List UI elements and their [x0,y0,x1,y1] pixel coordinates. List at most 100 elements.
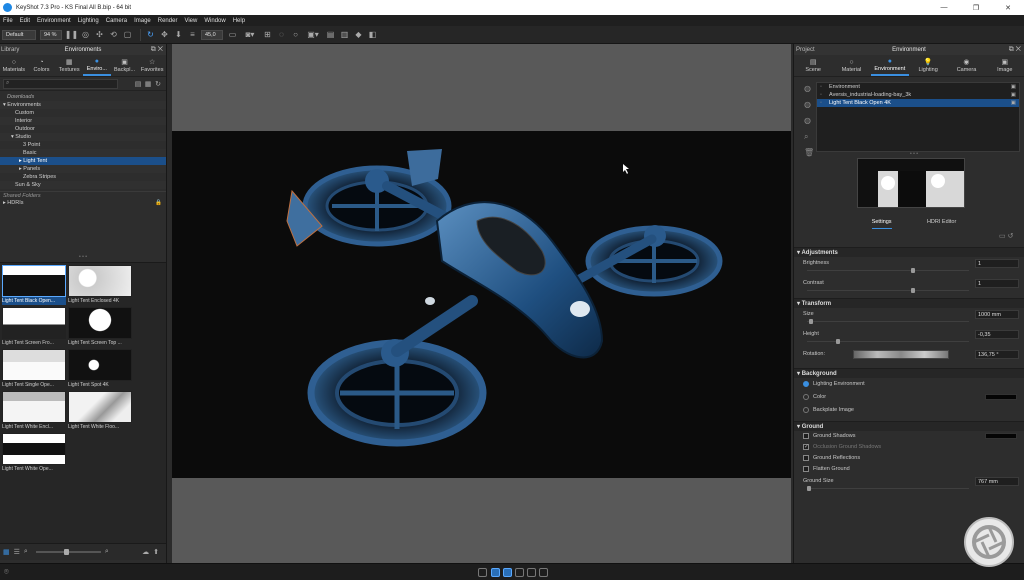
search-icon[interactable]: ⌕ [804,132,814,148]
background-section-header[interactable]: ▾ Background [794,368,1024,378]
contrast-slider[interactable] [807,288,969,293]
tab-image[interactable]: ▣ Image [986,55,1024,76]
grid-icon[interactable]: ⊞ [262,29,273,40]
slider-knob[interactable] [63,549,69,555]
upload-icon[interactable]: ⬆ [153,548,159,556]
animation-icon[interactable]: ▥ [339,29,350,40]
height-slider[interactable] [807,339,969,344]
occlusion-ground-shadows-checkbox[interactable]: Occlusion Ground Shadows [794,442,1024,453]
import-icon[interactable]: ▦ [143,80,153,88]
tab-environments[interactable]: ● Enviro... [83,55,111,76]
environment-thumbnail[interactable]: Light Tent White Ope... [2,433,66,475]
height-input[interactable]: -0,35 [975,330,1019,339]
tree-item-hdris[interactable]: ▸ HDRIs 🔒 [0,199,166,207]
ground-reflections-checkbox[interactable]: Ground Reflections [794,453,1024,464]
size-input[interactable]: 1000 mm [975,310,1019,319]
slider-knob[interactable] [836,339,840,344]
zoom-field[interactable]: 94 % [40,29,62,40]
reset-icon[interactable]: ↺ [1008,233,1014,240]
tab-settings[interactable]: Settings [871,219,892,229]
contrast-input[interactable]: 1 [975,279,1019,288]
camera-dropdown-icon[interactable]: ◙▾ [241,29,259,40]
tab-environment[interactable]: ● Environment [870,55,909,76]
shadow-color-swatch[interactable] [985,433,1017,439]
library-search-input[interactable]: ⌕ [3,78,118,89]
checkbox-checked[interactable] [803,443,809,450]
slider-knob[interactable] [911,288,915,293]
ground-section-header[interactable]: ▾ Ground [794,421,1024,431]
delete-icon[interactable]: 🗑 [804,148,814,164]
size-slider[interactable] [807,319,969,324]
list-item[interactable]: ◦ Aversis_industrial-loading-bay_3k ▣ [817,91,1019,99]
tab-backplates[interactable]: ▣ Backpl... [111,55,139,76]
tree-item-panels[interactable]: ▸ Panels [0,165,166,173]
thumbnail-size-slider[interactable] [35,549,101,555]
list-item[interactable]: ◦ Environment ▣ [817,83,1019,91]
tree-item-light-tent[interactable]: ▸ Light Tent [0,157,166,165]
zoom-in-icon[interactable]: ⌕ [105,548,109,556]
tab-hdri-editor[interactable]: HDRI Editor [927,219,956,229]
rotation-dial[interactable] [853,350,949,359]
background-color[interactable]: Color [794,391,1024,404]
visibility-icon[interactable]: ◦ [820,83,822,91]
tab-textures[interactable]: ▦ Textures [55,55,83,76]
background-lighting-environment[interactable]: Lighting Environment [794,378,1024,391]
visibility-icon[interactable]: ◦ [820,91,822,99]
panel-splitter[interactable]: • • • [0,254,166,260]
environment-thumbnail[interactable]: Light Tent White Encl... [2,391,66,433]
list-view-icon[interactable]: ☰ [14,548,20,556]
environment-thumbnail[interactable]: Light Tent White Floo... [68,391,132,433]
menu-lighting[interactable]: Lighting [78,18,99,24]
tab-lighting[interactable]: 💡 Lighting [909,55,947,76]
move-icon[interactable]: ✥ [159,29,170,40]
duplicate-icon[interactable]: ◍ [804,100,814,116]
rotation-input[interactable]: 136,75 ° [975,350,1019,359]
menu-file[interactable]: File [3,18,13,24]
panel-close-icon[interactable]: ⧉ ✕ [151,46,166,54]
tab-material[interactable]: ○ Material [832,55,870,76]
menu-help[interactable]: Help [233,18,245,24]
panel-close-icon[interactable]: ⧉ ✕ [1009,46,1024,54]
background-backplate-image[interactable]: Backplate Image [794,404,1024,417]
folder-add-icon[interactable]: ▤ [133,80,143,88]
checkbox[interactable] [803,433,809,439]
ground-size-input[interactable]: 767 mm [975,477,1019,486]
environment-thumbnail[interactable]: Light Tent Single Ope... [2,349,66,391]
tree-item-studio[interactable]: ▾ Studio [0,133,166,141]
download-icon[interactable]: ⬇ [173,29,184,40]
screenshot-dropdown-icon[interactable]: ▣▾ [304,29,322,40]
tree-item-outdoor[interactable]: Outdoor [0,125,166,133]
environment-thumbnail[interactable]: Light Tent Screen Top ... [68,307,132,349]
tree-item-basic[interactable]: Basic [0,149,166,157]
brightness-input[interactable]: 1 [975,259,1019,268]
hdri-preview[interactable] [857,158,965,208]
tree-item-sun-sky[interactable]: Sun & Sky [0,181,166,189]
minimize-button[interactable]: — [928,4,960,12]
brightness-slider[interactable] [807,268,969,273]
menu-image[interactable]: Image [134,18,151,24]
radio[interactable] [803,407,809,413]
checkbox[interactable] [803,455,809,461]
keyshotvr-icon[interactable]: ◆ [353,29,364,40]
tab-colors[interactable]: ◔ Colors [28,55,56,76]
slider-knob[interactable] [807,486,811,491]
tree-item-zebra-stripes[interactable]: Zebra Stripes [0,173,166,181]
add-environment-icon[interactable]: ◍ [804,84,814,100]
cloud-status-icon[interactable]: ⌾ [4,567,9,577]
tree-item-3-point[interactable]: 3 Point [0,141,166,149]
render-icon[interactable]: ▤ [325,29,336,40]
tab-materials[interactable]: ○ Materials [0,55,28,76]
render-toggle-icon[interactable] [539,568,548,577]
environment-thumbnail[interactable]: Light Tent Enclosed 4K [68,265,132,307]
tab-scene[interactable]: ▤ Scene [794,55,832,76]
preset-dropdown[interactable]: Default [2,29,36,40]
fov-icon[interactable]: ≡ [187,29,198,40]
environment-thumbnail[interactable]: Light Tent Black Open... [2,265,66,307]
refresh-icon[interactable]: ↻ [145,29,156,40]
grid-view-icon[interactable]: ▦ [3,548,10,556]
configurator-icon[interactable]: ◧ [367,29,378,40]
zoom-out-icon[interactable]: ⌕ [24,548,28,556]
adjustments-section-header[interactable]: ▾ Adjustments [794,247,1024,257]
library-toggle-icon[interactable] [491,568,500,577]
radio-selected[interactable] [803,381,809,387]
